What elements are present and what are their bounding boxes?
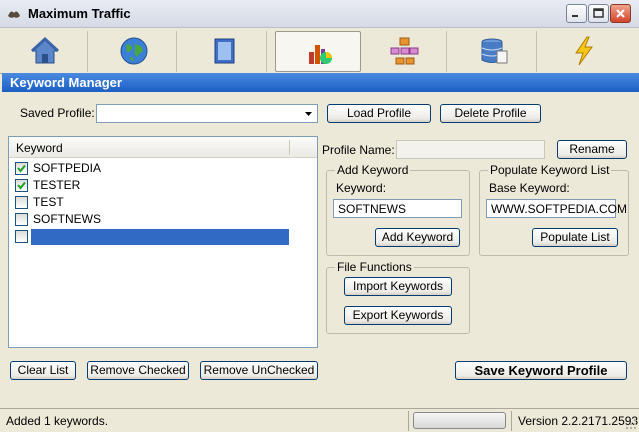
chevron-down-icon (305, 112, 312, 116)
keyword-checkbox[interactable] (15, 179, 28, 192)
add-keyword-input[interactable]: SOFTNEWS (333, 199, 462, 218)
keyword-text: TEST (33, 195, 64, 209)
keyword-text: TESTER (33, 178, 81, 192)
load-profile-button[interactable]: Load Profile (327, 104, 431, 123)
sitemap-icon (390, 37, 419, 65)
add-keyword-button[interactable]: Add Keyword (375, 228, 460, 247)
toolbar-lightning-button[interactable] (541, 31, 627, 72)
list-item[interactable] (13, 229, 313, 245)
toolbar-globe-button[interactable] (91, 31, 177, 72)
keyword-text: SOFTNEWS (33, 212, 101, 226)
document-icon (214, 38, 235, 64)
title-bar: Maximum Traffic (0, 0, 639, 28)
keyword-checkbox[interactable] (15, 196, 28, 209)
status-bar: Added 1 keywords. Version 2.2.2171.2593 (0, 408, 639, 432)
base-keyword-input[interactable]: WWW.SOFTPEDIA.COM (486, 199, 627, 218)
list-item[interactable]: SOFTPEDIA (13, 161, 313, 177)
keyword-edit-field[interactable] (31, 229, 289, 245)
close-button[interactable] (610, 4, 631, 23)
progress-bar (413, 412, 506, 429)
add-keyword-field-label: Keyword: (336, 181, 387, 195)
list-item[interactable]: TESTER (13, 178, 313, 194)
list-item[interactable]: SOFTNEWS (13, 212, 313, 228)
toolbar-home-button[interactable] (2, 31, 88, 72)
base-keyword-label: Base Keyword: (489, 181, 570, 195)
list-item[interactable]: TEST (13, 195, 313, 211)
main-toolbar (0, 28, 639, 74)
maximize-icon (593, 8, 604, 18)
save-keyword-profile-button[interactable]: Save Keyword Profile (455, 361, 627, 380)
status-divider (408, 411, 409, 431)
import-keywords-button[interactable]: Import Keywords (344, 277, 452, 296)
checkmark-icon (17, 181, 26, 190)
keyword-column-header[interactable]: Keyword (9, 137, 317, 158)
minimize-icon (572, 15, 578, 17)
keyword-checkbox[interactable] (15, 213, 28, 226)
add-keyword-group-title: Add Keyword (335, 163, 411, 177)
status-message: Added 1 keywords. (6, 414, 109, 428)
remove-unchecked-button[interactable]: Remove UnChecked (200, 361, 318, 380)
toolbar-sitemap-button[interactable] (361, 31, 447, 72)
remove-checked-button[interactable]: Remove Checked (87, 361, 189, 380)
home-icon (30, 36, 60, 64)
profile-name-input[interactable] (396, 140, 545, 159)
status-divider (511, 411, 512, 431)
toolbar-document-button[interactable] (181, 31, 267, 72)
keyword-list[interactable]: Keyword SOFTPEDIA TESTER TEST SOFTNEWS (8, 136, 318, 348)
window-title: Maximum Traffic (28, 6, 131, 21)
section-header: Keyword Manager (2, 73, 639, 92)
file-functions-title: File Functions (335, 260, 414, 274)
delete-profile-button[interactable]: Delete Profile (440, 104, 541, 123)
app-icon (8, 11, 20, 18)
minimize-button[interactable] (566, 4, 587, 23)
globe-icon (120, 37, 148, 65)
rename-button[interactable]: Rename (557, 140, 627, 159)
version-text: Version 2.2.2171.2593 (518, 414, 639, 428)
keyword-column-label: Keyword (16, 141, 63, 155)
resize-grip-icon[interactable] (625, 418, 637, 430)
keyword-checkbox[interactable] (15, 162, 28, 175)
close-icon (616, 9, 625, 18)
profile-name-label: Profile Name: (322, 143, 395, 157)
populate-group-title: Populate Keyword List (488, 163, 612, 177)
export-keywords-button[interactable]: Export Keywords (344, 306, 452, 325)
database-icon (481, 38, 508, 64)
column-divider (289, 140, 290, 155)
keyword-text: SOFTPEDIA (33, 161, 102, 175)
chart-icon (309, 45, 332, 64)
toolbar-database-button[interactable] (451, 31, 537, 72)
toolbar-chart-button[interactable] (275, 31, 361, 72)
populate-list-button[interactable]: Populate List (532, 228, 618, 247)
section-title: Keyword Manager (10, 75, 122, 90)
saved-profile-label: Saved Profile: (20, 106, 95, 120)
maximize-button[interactable] (588, 4, 609, 23)
clear-list-button[interactable]: Clear List (10, 361, 76, 380)
lightning-icon (575, 36, 593, 66)
saved-profile-select[interactable] (96, 104, 318, 123)
keyword-checkbox[interactable] (15, 230, 28, 243)
checkmark-icon (17, 164, 26, 173)
